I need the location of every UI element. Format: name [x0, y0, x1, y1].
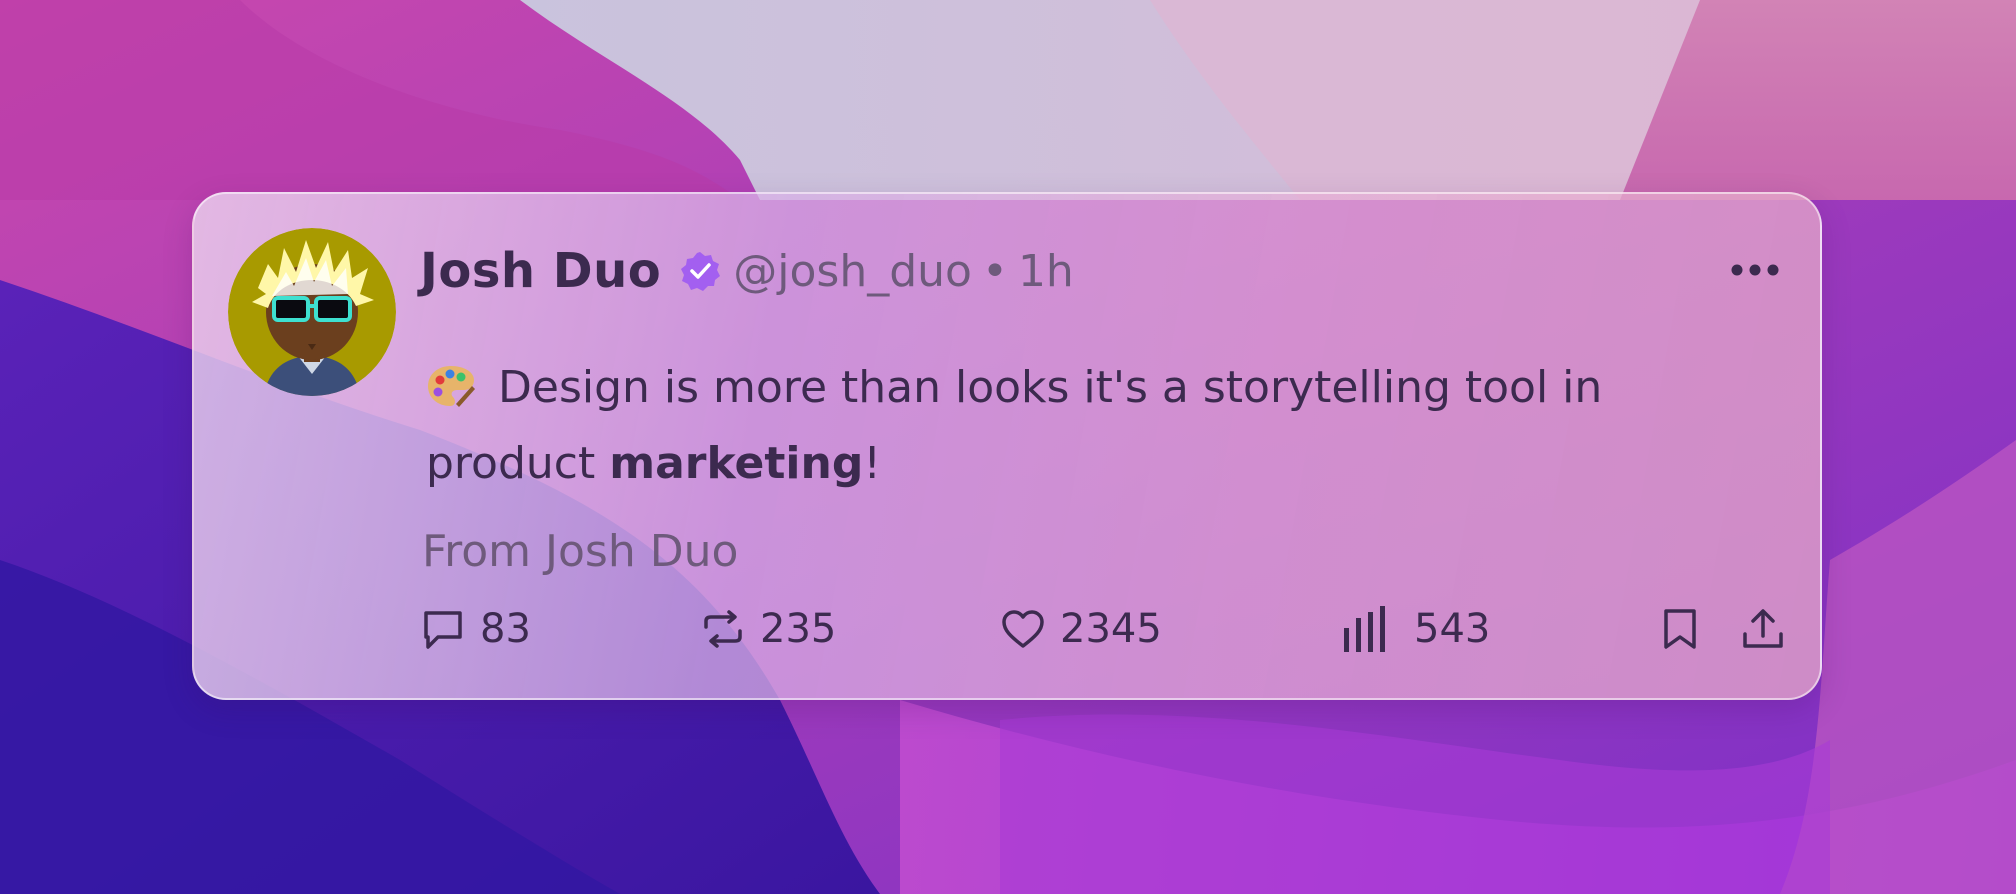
like-count: 2345	[1060, 606, 1162, 652]
reply-bubble-icon	[424, 611, 462, 649]
tweet-time[interactable]: 1h	[1018, 246, 1074, 297]
retweet-button[interactable]: 235	[700, 604, 836, 654]
like-button[interactable]: 2345	[1000, 604, 1162, 654]
retweet-icon	[704, 610, 742, 648]
tweet-header: Josh Duo @josh_duo • 1h	[420, 236, 1074, 306]
bookmark-icon	[1664, 609, 1696, 649]
more-options-icon[interactable]	[1730, 262, 1780, 278]
share-upload-icon	[1743, 609, 1783, 648]
avatar[interactable]	[228, 228, 396, 396]
tweet-body-end: !	[863, 438, 881, 489]
bookmark-button[interactable]	[1660, 604, 1700, 654]
share-button[interactable]	[1740, 604, 1786, 654]
verified-badge-icon	[679, 250, 721, 292]
views-button[interactable]: 543	[1340, 604, 1490, 654]
reply-button[interactable]: 83	[420, 604, 531, 654]
author-name[interactable]: Josh Duo	[420, 243, 661, 299]
avatar-illustration-icon	[228, 228, 396, 396]
separator-dot: •	[981, 245, 1008, 297]
tweet-body-bold-text: marketing	[609, 438, 864, 489]
heart-icon	[1002, 610, 1044, 648]
from-label: From Josh Duo	[422, 526, 739, 577]
retweet-count: 235	[760, 606, 837, 652]
tweet-body: Design is more than looks it's a storyte…	[426, 350, 1726, 502]
author-handle[interactable]: @josh_duo	[733, 246, 972, 297]
reply-count: 83	[480, 606, 531, 652]
views-bar-chart-icon	[1344, 606, 1385, 652]
views-count: 543	[1414, 606, 1491, 652]
tweet-body-text: Design is more than looks it's a storyte…	[426, 362, 1603, 489]
palette-emoji-icon	[426, 356, 476, 407]
